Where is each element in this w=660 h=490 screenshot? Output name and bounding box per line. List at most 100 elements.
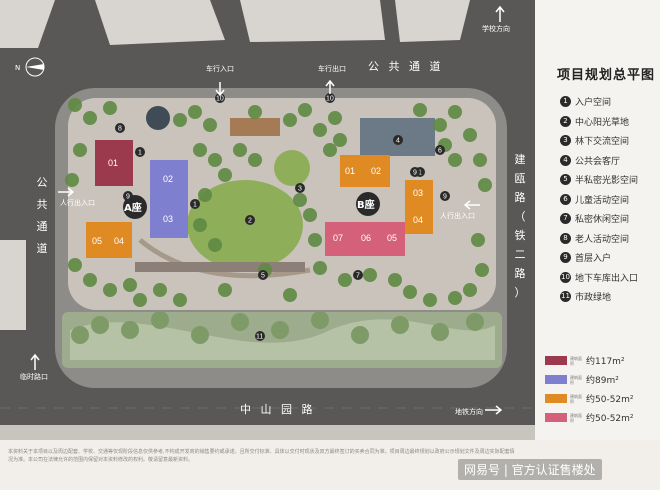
legend-number-badge: 11: [560, 291, 571, 302]
zone-number: 1: [193, 202, 197, 209]
unit-type-row: 建筑面积 约50-52m²: [545, 392, 634, 405]
legend-item: 9 首层入户: [560, 251, 611, 264]
legend-item: 3 林下交流空间: [560, 134, 629, 147]
tree: [208, 153, 222, 167]
tree: [153, 283, 167, 297]
zone-number: 2: [248, 218, 252, 225]
tree: [68, 258, 82, 272]
tree: [308, 233, 322, 247]
tree: [423, 293, 437, 307]
tree: [231, 313, 249, 331]
zone-number: 8: [118, 126, 122, 133]
unit-color-swatch: [545, 394, 567, 403]
tree: [403, 285, 417, 299]
unit-caption: 建筑面积: [570, 412, 582, 423]
legend-number-badge: 2: [560, 115, 571, 127]
tree: [83, 111, 97, 125]
zone-number: 9: [443, 194, 447, 201]
tree: [193, 218, 207, 232]
legend-item: 11 市政绿地: [560, 290, 611, 303]
tree: [103, 283, 117, 297]
tree: [313, 123, 327, 137]
legend-label: 私密休闲空间: [575, 215, 630, 225]
metro-direction-label: 地铁方向: [455, 408, 483, 416]
tree: [193, 143, 207, 157]
tree: [103, 101, 117, 115]
tree: [233, 143, 247, 157]
unit-type-row: 建筑面积 约117m²: [545, 354, 625, 367]
tree: [448, 291, 462, 305]
tree: [123, 278, 137, 292]
tree: [433, 118, 447, 132]
tree: [283, 113, 297, 127]
unit-label: 04: [413, 215, 423, 225]
unit-label: 03: [413, 188, 423, 198]
tree: [65, 173, 79, 187]
tree: [121, 321, 139, 339]
tree: [463, 128, 477, 142]
unit-area: 约89m²: [586, 376, 619, 386]
unit-label: 01: [108, 158, 118, 168]
tree: [388, 273, 402, 287]
compass-label: N: [15, 64, 20, 72]
legend-item: 4 公共会客厅: [560, 154, 620, 167]
lawn-patch: [274, 150, 310, 186]
tree: [328, 111, 342, 125]
tree: [133, 293, 147, 307]
unit-label: 03: [163, 214, 173, 224]
temp-exit-label: 临时路口: [20, 373, 48, 381]
tree: [68, 98, 82, 112]
road-right-label: 建瓯路（铁二路）: [514, 153, 526, 299]
watermark: 网易号 | 官方认证售楼处: [458, 459, 602, 480]
legend-number-badge: 8: [560, 232, 571, 244]
legend-number-badge: 4: [560, 154, 571, 166]
unit-label: 05: [387, 233, 397, 243]
legend-label: 老人活动空间: [575, 234, 630, 245]
legend-label: 中心阳光草地: [575, 117, 630, 128]
tree: [248, 105, 262, 119]
legend-item: 1 入户空间: [560, 95, 611, 108]
tree: [218, 168, 232, 182]
legend-item: 6 儿童活动空间: [560, 193, 629, 206]
pond: [146, 106, 170, 130]
zone-number: 1: [138, 150, 142, 157]
unit-label: 02: [371, 166, 381, 176]
neighbor-building: [0, 240, 26, 330]
unit-label: 07: [333, 233, 343, 243]
unit-type-row: 建筑面积 约89m²: [545, 373, 619, 386]
tree: [413, 103, 427, 117]
unit-type-row: 建筑面积 约50-52m²: [545, 411, 634, 424]
unit-caption: 建筑面积: [570, 355, 582, 366]
tree: [471, 233, 485, 247]
tree: [173, 113, 187, 127]
unit-area: 约117m²: [586, 357, 625, 367]
road-left-label: 公共通道: [36, 176, 48, 255]
tree: [271, 321, 289, 339]
legend-label: 首层入户: [575, 254, 612, 264]
tree: [448, 105, 462, 119]
legend-number-badge: 9: [560, 252, 571, 263]
ped-entry-left-label: 人行出入口: [60, 199, 95, 207]
legend-number-badge: 1: [560, 96, 571, 107]
tree: [248, 153, 262, 167]
legend-label: 儿童活动空间: [575, 195, 630, 206]
zone-number: 6: [438, 148, 442, 155]
zone-number: 11: [256, 334, 263, 341]
tree: [298, 103, 312, 117]
legend-label: 林下交流空间: [575, 137, 630, 147]
road-bottom-label: 中 山 园 路: [240, 403, 316, 416]
legend-item: 2 中心阳光草地: [560, 115, 629, 128]
legend-number-badge: 6: [560, 193, 571, 205]
legend-number-badge: 10: [560, 271, 571, 283]
tree: [83, 273, 97, 287]
unit-color-swatch: [545, 375, 567, 384]
tree: [303, 208, 317, 222]
tree: [351, 326, 369, 344]
tree: [391, 316, 409, 334]
tree: [71, 326, 89, 344]
tree: [151, 311, 169, 329]
car-exit-label: 车行出口: [318, 65, 346, 73]
tree: [311, 311, 329, 329]
zone-number: 10: [216, 96, 224, 103]
legend-number-badge: 3: [560, 135, 571, 146]
